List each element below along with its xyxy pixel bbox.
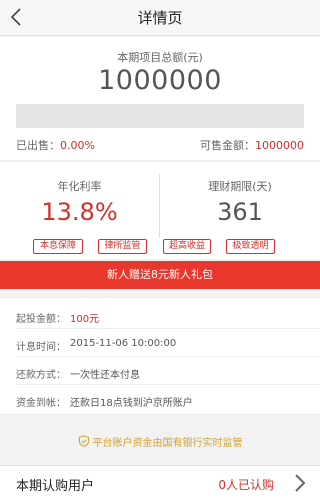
details-list: 起投金额： 100元 计息时间： 2015-11-06 10:00:00 还款方… [0, 297, 320, 415]
detail-value: 一次性还本付息 [70, 370, 140, 381]
row-divider [16, 328, 320, 329]
sold-value: 0.00% [60, 139, 95, 152]
available-label: 可售金额： [200, 139, 255, 152]
row-divider [16, 356, 320, 357]
chevron-right-icon[interactable] [294, 474, 306, 492]
notice-text: 平台账户资金由国有银行实时监管 [92, 437, 243, 449]
tag-law-firm-supervision: 律所监管 [98, 239, 147, 254]
shield-check-icon [78, 435, 89, 447]
summary-card: 本期项目总额(元) 1000000 已出售：0.00% 可售金额：1000000 [0, 37, 320, 160]
tag-principal-guarantee: 本息保障 [33, 239, 83, 254]
sold-info: 已出售：0.00% [16, 137, 95, 153]
tag-transparency: 极致透明 [226, 239, 275, 254]
detail-key: 资金到帐： [16, 398, 66, 409]
term-value: 361 [217, 198, 263, 226]
detail-key: 起投金额： [16, 314, 66, 325]
security-notice: 平台账户资金由国有银行实时监管 [0, 424, 320, 458]
progress-bar [16, 104, 304, 128]
detail-value: 还款日18点钱到沪京所账户 [70, 398, 193, 409]
detail-row-funds-arrival: 资金到帐： 还款日18点钱到沪京所账户 [16, 394, 193, 409]
term-label: 理财期限(天) [208, 180, 272, 193]
subscribers-row[interactable]: 本期认购用户 0人已认购 [0, 465, 320, 500]
stats-panel: 年化利率 13.8% 理财期限(天) 361 本息保障 律所监管 超高收益 极致… [0, 161, 320, 259]
detail-key: 计息时间： [16, 342, 66, 353]
subscribers-label: 本期认购用户 [16, 479, 95, 494]
subscribers-count: 0人已认购 [218, 478, 274, 492]
annual-rate-label: 年化利率 [57, 180, 102, 193]
promo-banner[interactable]: 新人赠送8元新人礼包 [0, 261, 320, 289]
total-amount-label: 本期项目总额(元) [117, 51, 203, 64]
row-divider [16, 384, 320, 385]
navbar: 详情页 [0, 0, 320, 36]
total-amount-value: 1000000 [98, 65, 222, 96]
tag-high-yield: 超高收益 [163, 239, 211, 254]
available-value: 1000000 [255, 139, 304, 152]
available-info: 可售金额：1000000 [200, 137, 304, 153]
annual-rate-value: 13.8% [41, 198, 118, 226]
page-title: 详情页 [137, 9, 183, 27]
detail-row-min-invest: 起投金额： 100元 [16, 310, 99, 325]
sold-label: 已出售： [16, 139, 60, 152]
detail-row-interest-time: 计息时间： 2015-11-06 10:00:00 [16, 338, 176, 353]
detail-key: 还款方式： [16, 370, 66, 381]
detail-value: 2015-11-06 10:00:00 [70, 338, 177, 349]
detail-value: 100元 [70, 314, 100, 325]
detail-row-repayment: 还款方式： 一次性还本付息 [16, 366, 140, 381]
